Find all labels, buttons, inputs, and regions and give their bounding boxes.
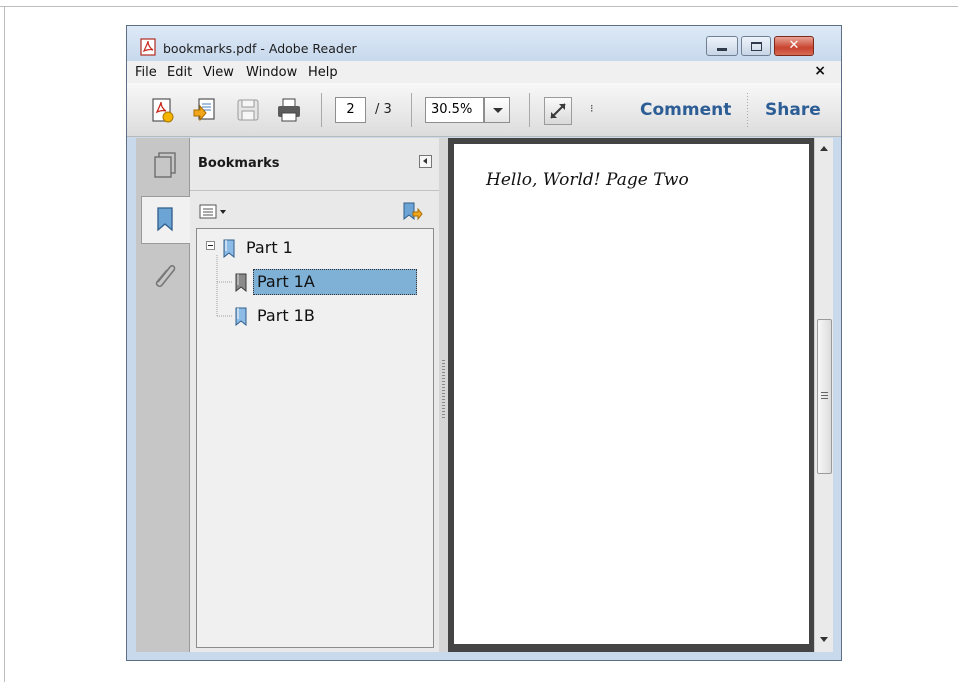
minimize-button[interactable] xyxy=(706,36,738,56)
page-text: Hello, World! Page Two xyxy=(486,170,689,190)
attachments-icon xyxy=(155,264,176,288)
pages-tab[interactable] xyxy=(141,144,189,192)
tree-label: Part 1B xyxy=(257,306,315,325)
frame-border-left xyxy=(4,6,5,682)
panel-divider xyxy=(190,190,439,191)
bookmark-icon xyxy=(235,307,247,326)
frame-border-top xyxy=(0,6,958,7)
toolbar-separator xyxy=(529,93,530,127)
bookmarks-header: Bookmarks xyxy=(198,156,280,171)
tree-item-part-1[interactable]: Part 1 xyxy=(203,235,428,261)
export-icon[interactable] xyxy=(190,96,218,124)
menu-help[interactable]: Help xyxy=(308,65,338,80)
page-number-input[interactable]: 2 xyxy=(335,97,366,123)
scroll-thumb[interactable] xyxy=(817,319,832,474)
menu-bar: File Edit View Window Help × xyxy=(127,61,841,83)
bookmark-options-button[interactable] xyxy=(199,203,229,221)
pdf-file-icon xyxy=(140,38,156,56)
save-icon[interactable] xyxy=(234,96,262,124)
create-pdf-icon[interactable] xyxy=(148,96,176,124)
more-tools-icon[interactable]: ⁝ xyxy=(590,102,594,115)
collapse-panel-button[interactable] xyxy=(419,155,432,168)
menu-edit[interactable]: Edit xyxy=(167,65,192,80)
bookmarks-tab[interactable] xyxy=(141,196,191,244)
bookmarks-icon xyxy=(157,207,173,232)
toolbar-separator xyxy=(321,93,322,127)
close-button[interactable]: ✕ xyxy=(774,36,814,56)
new-bookmark-button[interactable] xyxy=(401,200,423,222)
print-icon[interactable] xyxy=(275,96,303,124)
collapse-node-icon[interactable] xyxy=(206,241,215,250)
tree-item-part-1a[interactable]: Part 1A xyxy=(233,269,432,295)
adobe-reader-window: bookmarks.pdf - Adobe Reader ✕ File Edit… xyxy=(126,25,842,661)
bookmark-icon xyxy=(223,239,235,258)
pdf-page[interactable]: Hello, World! Page Two xyxy=(454,144,809,644)
scroll-grip xyxy=(821,392,828,399)
panel-splitter[interactable] xyxy=(439,138,448,652)
toolbar-separator xyxy=(747,93,748,127)
comment-button[interactable]: Comment xyxy=(640,100,731,120)
menu-file[interactable]: File xyxy=(135,65,157,80)
close-document-icon[interactable]: × xyxy=(814,63,826,79)
tree-label: Part 1A xyxy=(257,272,315,291)
fit-page-icon xyxy=(550,103,566,119)
navigation-pane-strip xyxy=(136,138,191,652)
menu-view[interactable]: View xyxy=(203,65,234,80)
toolbar: 2 / 3 30.5% ⁝ Comment Share xyxy=(127,83,841,137)
pages-icon xyxy=(154,152,176,178)
scroll-down-icon[interactable] xyxy=(820,637,828,642)
fit-page-button[interactable] xyxy=(544,97,572,125)
splitter-grip[interactable] xyxy=(442,360,445,420)
tree-item-part-1b[interactable]: Part 1B xyxy=(233,303,432,329)
toolbar-separator xyxy=(411,93,412,127)
window-title: bookmarks.pdf - Adobe Reader xyxy=(163,41,357,56)
bookmarks-panel: Bookmarks Part 1 Part 1A Part 1B xyxy=(190,138,439,652)
tree-label: Part 1 xyxy=(246,238,293,257)
title-bar[interactable]: bookmarks.pdf - Adobe Reader ✕ xyxy=(127,26,841,61)
page-total: / 3 xyxy=(375,102,392,117)
scroll-up-icon[interactable] xyxy=(820,146,828,151)
bookmark-icon xyxy=(235,273,247,292)
zoom-dropdown-button[interactable] xyxy=(484,97,510,123)
close-icon: ✕ xyxy=(788,38,800,53)
menu-window[interactable]: Window xyxy=(246,65,297,80)
zoom-input[interactable]: 30.5% xyxy=(425,97,484,123)
document-view[interactable]: Hello, World! Page Two xyxy=(448,138,814,652)
maximize-button[interactable] xyxy=(741,36,771,56)
attachments-tab[interactable] xyxy=(141,252,189,300)
bookmarks-tree: Part 1 Part 1A Part 1B xyxy=(196,228,434,648)
share-button[interactable]: Share xyxy=(765,100,821,120)
vertical-scrollbar[interactable] xyxy=(814,138,833,652)
